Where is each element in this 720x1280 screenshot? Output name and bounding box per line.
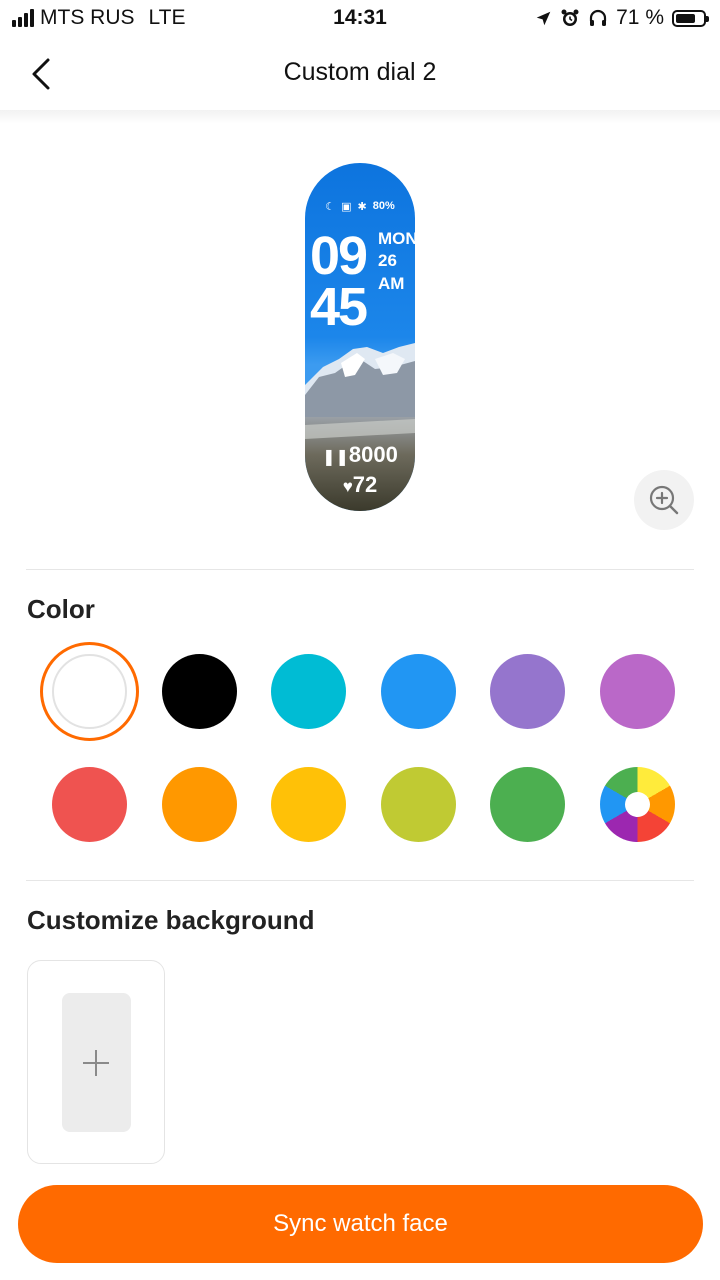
color-swatch-orchid[interactable] — [600, 654, 675, 729]
band-ampm: AM — [378, 274, 405, 293]
band-battery: 80% — [372, 200, 395, 212]
lock-icon: ▣ — [341, 201, 352, 213]
zoom-button[interactable] — [634, 470, 694, 530]
band-heart: ♥72 — [305, 472, 415, 498]
color-wheel-picker[interactable] — [600, 767, 675, 842]
headphones-icon — [590, 9, 607, 26]
color-swatch-white[interactable] — [52, 654, 127, 729]
background-placeholder — [62, 993, 131, 1132]
band-minute: 45 — [310, 277, 368, 337]
sync-watch-face-button[interactable]: Sync watch face — [18, 1185, 703, 1263]
bluetooth-icon: ✱ — [357, 201, 367, 213]
band-weekday: MON — [378, 229, 415, 248]
color-section-title: Color — [27, 594, 95, 624]
status-right: 71 % — [535, 6, 709, 30]
band-date: 26 — [378, 251, 397, 270]
color-swatch-black[interactable] — [162, 654, 237, 729]
background-section-title: Customize background — [27, 905, 315, 935]
page-title: Custom dial 2 — [283, 58, 437, 86]
color-swatch-amber[interactable] — [271, 767, 346, 842]
color-swatch-lavender[interactable] — [490, 654, 565, 729]
section-divider — [26, 880, 694, 881]
footsteps-icon: ❚❚ — [322, 449, 349, 466]
band-status-row: ☾ ▣ ✱ 80% — [305, 200, 415, 213]
band-hour: 09 — [310, 226, 368, 286]
nav-header: Custom dial 2 — [0, 36, 720, 110]
watch-face-preview: ☾ ▣ ✱ 80% 09 45 MON 26 AM ❚❚8000 ♥72 — [305, 163, 415, 511]
color-swatch-red[interactable] — [52, 767, 127, 842]
heart-icon: ♥ — [342, 477, 353, 496]
steps-value: 8000 — [348, 442, 398, 467]
alarm-icon — [561, 9, 579, 26]
add-background-button[interactable] — [27, 960, 165, 1164]
battery-percent: 71 % — [616, 6, 664, 29]
battery-icon — [672, 9, 709, 27]
color-swatch-green[interactable] — [490, 767, 565, 842]
color-swatch-lime[interactable] — [381, 767, 456, 842]
zoom-in-icon — [649, 485, 679, 515]
sync-button-label: Sync watch face — [273, 1210, 448, 1237]
status-bar: MTS RUS LTE 14:31 71 % — [0, 0, 720, 36]
color-wheel-center — [625, 792, 650, 817]
color-swatch-blue[interactable] — [381, 654, 456, 729]
color-swatch-cyan[interactable] — [271, 654, 346, 729]
heart-rate-value: 72 — [352, 472, 378, 497]
band-steps: ❚❚8000 — [305, 442, 415, 468]
color-swatch-orange[interactable] — [162, 767, 237, 842]
section-divider — [26, 569, 694, 570]
header-divider — [0, 110, 720, 124]
moon-icon: ☾ — [325, 201, 336, 213]
location-arrow-icon — [536, 11, 551, 25]
